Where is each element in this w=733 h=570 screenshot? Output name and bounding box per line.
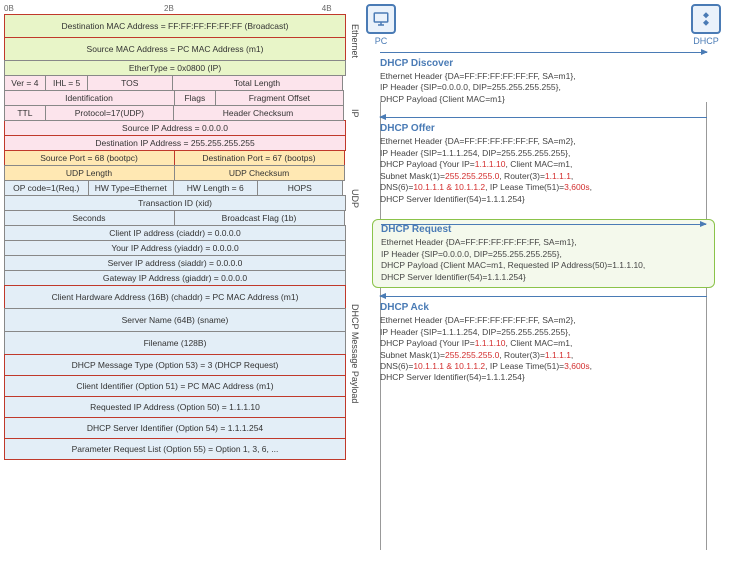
pc-icon [372,10,390,28]
ip-version: Ver = 4 [4,75,47,91]
dhcp-yiaddr: Your IP Address (yiaddr) = 0.0.0.0 [4,240,346,256]
udp-dst-port: Destination Port = 67 (bootps) [174,150,345,166]
dhcp-ciaddr: Client IP address (ciaddr) = 0.0.0.0 [4,225,346,241]
dhcp-opt54: DHCP Server Identifier (Option 54) = 1.1… [4,417,346,439]
msg-request: DHCP Request Ethernet Header {DA=FF:FF:F… [372,219,715,288]
ip-frag-offset: Fragment Offset [215,90,343,106]
sequence-diagram: PC DHCP DHCP Discover Ethernet Header {D… [358,4,729,554]
ip-src-addr: Source IP Address = 0.0.0.0 [4,120,346,136]
dhcp-opt53: DHCP Message Type (Option 53) = 3 (DHCP … [4,354,346,376]
ip-identification: Identification [4,90,175,106]
ip-tos: TOS [87,75,173,91]
eth-dst-mac: Destination MAC Address = FF:FF:FF:FF:FF… [4,14,346,38]
ip-checksum: Header Checksum [173,105,344,121]
msg-ack: DHCP Ack Ethernet Header {DA=FF:FF:FF:FF… [372,298,715,388]
dhcp-opt55: Parameter Request List (Option 55) = Opt… [4,438,346,460]
byte-ruler: 0B 2B 4B [4,4,346,13]
dhcp-chaddr: Client Hardware Address (16B) (chaddr) =… [4,285,346,309]
dhcp-giaddr: Gateway IP Address (giaddr) = 0.0.0.0 [4,270,346,286]
arrow-right-icon [381,224,706,225]
layer-label-ethernet: Ethernet [350,24,360,58]
msg-offer: DHCP Offer Ethernet Header {DA=FF:FF:FF:… [372,119,715,209]
packet-structure: 0B 2B 4B Ethernet IP UDP DHCP Message Pa… [4,4,346,554]
dhcp-hops: HOPS [257,180,343,196]
ip-flags: Flags [174,90,217,106]
arrow-right-icon [380,52,707,53]
eth-src-mac: Source MAC Address = PC MAC Address (m1) [4,37,346,61]
dhcp-op: OP code=1(Req.) [4,180,90,196]
node-dhcp: DHCP [691,4,721,46]
dhcp-file: Filename (128B) [4,331,346,355]
arrow-left-icon [380,117,707,118]
udp-length: UDP Length [4,165,175,181]
ip-ihl: IHL = 5 [45,75,88,91]
arrow-left-icon [380,296,707,297]
udp-src-port: Source Port = 68 (bootpc) [4,150,175,166]
dhcp-seconds: Seconds [4,210,175,226]
dhcp-sname: Server Name (64B) (sname) [4,308,346,332]
node-pc: PC [366,4,396,46]
dhcp-broadcast-flag: Broadcast Flag (1b) [174,210,345,226]
dhcp-hwtype: HW Type=Ethernet [88,180,174,196]
udp-checksum: UDP Checksum [174,165,345,181]
dhcp-siaddr: Server IP address (siaddr) = 0.0.0.0 [4,255,346,271]
msg-discover: DHCP Discover Ethernet Header {DA=FF:FF:… [372,54,715,109]
dhcp-hwlen: HW Length = 6 [173,180,259,196]
dhcp-opt51: Client Identifier (Option 51) = PC MAC A… [4,375,346,397]
dhcp-opt50: Requested IP Address (Option 50) = 1.1.1… [4,396,346,418]
ip-total-length: Total Length [172,75,343,91]
ip-protocol: Protocol=17(UDP) [45,105,173,121]
dhcp-icon [697,10,715,28]
ip-ttl: TTL [4,105,47,121]
